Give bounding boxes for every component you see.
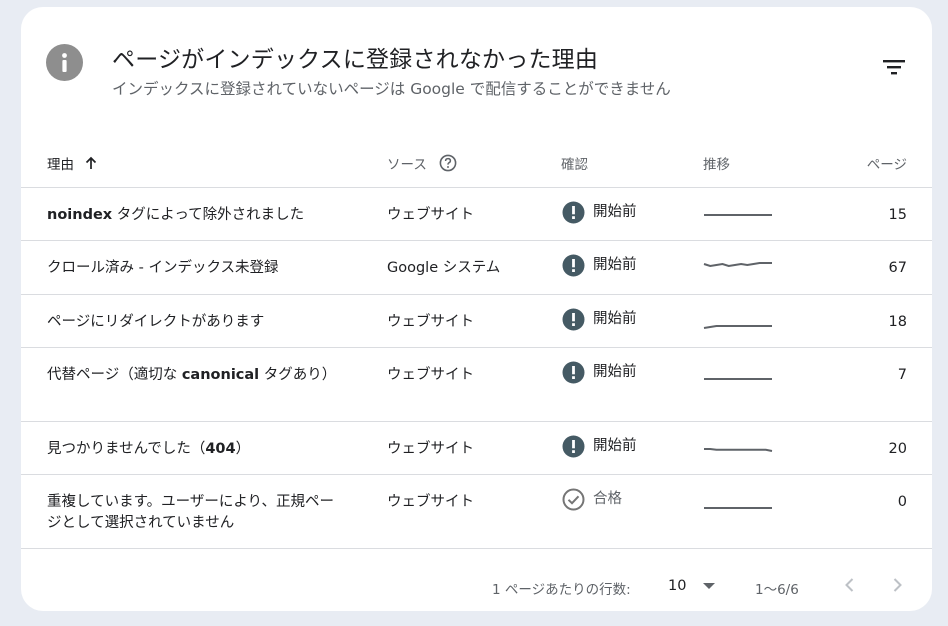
card-header: ページがインデックスに登録されなかった理由 インデックスに登録されていないページ… (21, 7, 932, 127)
trend-sparkline (704, 214, 772, 216)
row-source: Google システム (387, 260, 501, 276)
arrow-up-icon (84, 156, 98, 174)
info-icon (46, 44, 83, 81)
row-status: 開始前 (562, 361, 637, 384)
row-status: 開始前 (562, 435, 637, 458)
table-row[interactable]: 重複しています。ユーザーにより、正規ページとして選択されていません ウェブサイト… (21, 475, 932, 549)
exclamation-circle-icon (562, 361, 585, 384)
row-reason: noindex タグによって除外されました (47, 207, 305, 223)
exclamation-circle-icon (562, 201, 585, 224)
row-pages: 7 (897, 367, 907, 383)
check-circle-icon (562, 488, 585, 511)
exclamation-circle-icon (562, 254, 585, 277)
rows-per-page-value: 10 (668, 578, 687, 594)
trend-line (703, 325, 772, 329)
exclamation-circle-icon (562, 308, 585, 331)
report-card: ページがインデックスに登録されなかった理由 インデックスに登録されていないページ… (21, 7, 932, 611)
rows-per-page-label: 1 ページあたりの行数: (492, 582, 631, 598)
pagination-range: 1〜6/6 (755, 582, 799, 598)
column-header-reason[interactable]: 理由 (47, 153, 98, 174)
column-header-source[interactable]: ソース (387, 153, 457, 176)
trend-line (703, 262, 772, 268)
column-header-reason-label: 理由 (47, 157, 74, 173)
column-header-source-label: ソース (387, 157, 427, 173)
row-reason: 重複しています。ユーザーにより、正規ページとして選択されていません (47, 494, 334, 531)
row-reason: クロール済み - インデックス未登録 (47, 260, 279, 276)
help-circle-icon[interactable] (439, 154, 457, 176)
trend-line (704, 448, 773, 452)
trend-sparkline (703, 262, 772, 268)
table-row[interactable]: ページにリダイレクトがあります ウェブサイト 開始前 18 (21, 295, 932, 348)
row-status: 合格 (562, 488, 622, 511)
table-row[interactable]: クロール済み - インデックス未登録 Google システム 開始前 67 (21, 241, 932, 295)
row-source: ウェブサイト (387, 207, 474, 223)
rows-per-page-select[interactable]: 10 (666, 575, 718, 599)
filter-icon[interactable] (879, 53, 909, 83)
trend-sparkline (703, 325, 772, 329)
row-pages: 67 (888, 260, 907, 276)
table-row[interactable]: 代替ページ（適切な canonical タグあり） ウェブサイト 開始前 7 (21, 348, 932, 422)
row-source: ウェブサイト (387, 367, 474, 383)
row-reason: ページにリダイレクトがあります (47, 314, 265, 330)
row-pages: 15 (888, 207, 907, 223)
pagination-footer: 1 ページあたりの行数: 10 1〜6/6 (21, 549, 932, 609)
row-pages: 0 (897, 494, 907, 510)
table-row[interactable]: 見つかりませんでした（404） ウェブサイト 開始前 20 (21, 422, 932, 475)
column-header-trend: 推移 (703, 157, 730, 173)
chevron-left-icon[interactable] (838, 573, 862, 597)
row-reason: 見つかりませんでした（404） (47, 441, 251, 457)
trend-sparkline (704, 378, 772, 380)
triangle-down-icon (703, 583, 715, 589)
table-row[interactable]: noindex タグによって除外されました ウェブサイト 開始前 15 (21, 188, 932, 241)
column-header-check[interactable]: 確認 (561, 153, 588, 173)
column-header-pages[interactable]: ページ (867, 153, 907, 173)
row-pages: 18 (888, 314, 907, 330)
row-pages: 20 (888, 441, 907, 457)
row-source: ウェブサイト (387, 494, 474, 510)
row-status: 開始前 (562, 201, 637, 224)
card-title: ページがインデックスに登録されなかった理由 (112, 47, 599, 73)
table-header: 理由 ソース 確認 推移 ページ (21, 127, 932, 188)
row-status: 開始前 (562, 254, 637, 277)
card-subtitle: インデックスに登録されていないページは Google で配信することができません (112, 80, 671, 98)
row-reason: 代替ページ（適切な canonical タグあり） (47, 367, 337, 383)
chevron-right-icon[interactable] (885, 573, 909, 597)
exclamation-circle-icon (562, 435, 585, 458)
row-status: 開始前 (562, 308, 637, 331)
trend-sparkline (704, 507, 772, 509)
row-source: ウェブサイト (387, 441, 474, 457)
row-source: ウェブサイト (387, 314, 474, 330)
trend-sparkline (704, 448, 773, 452)
